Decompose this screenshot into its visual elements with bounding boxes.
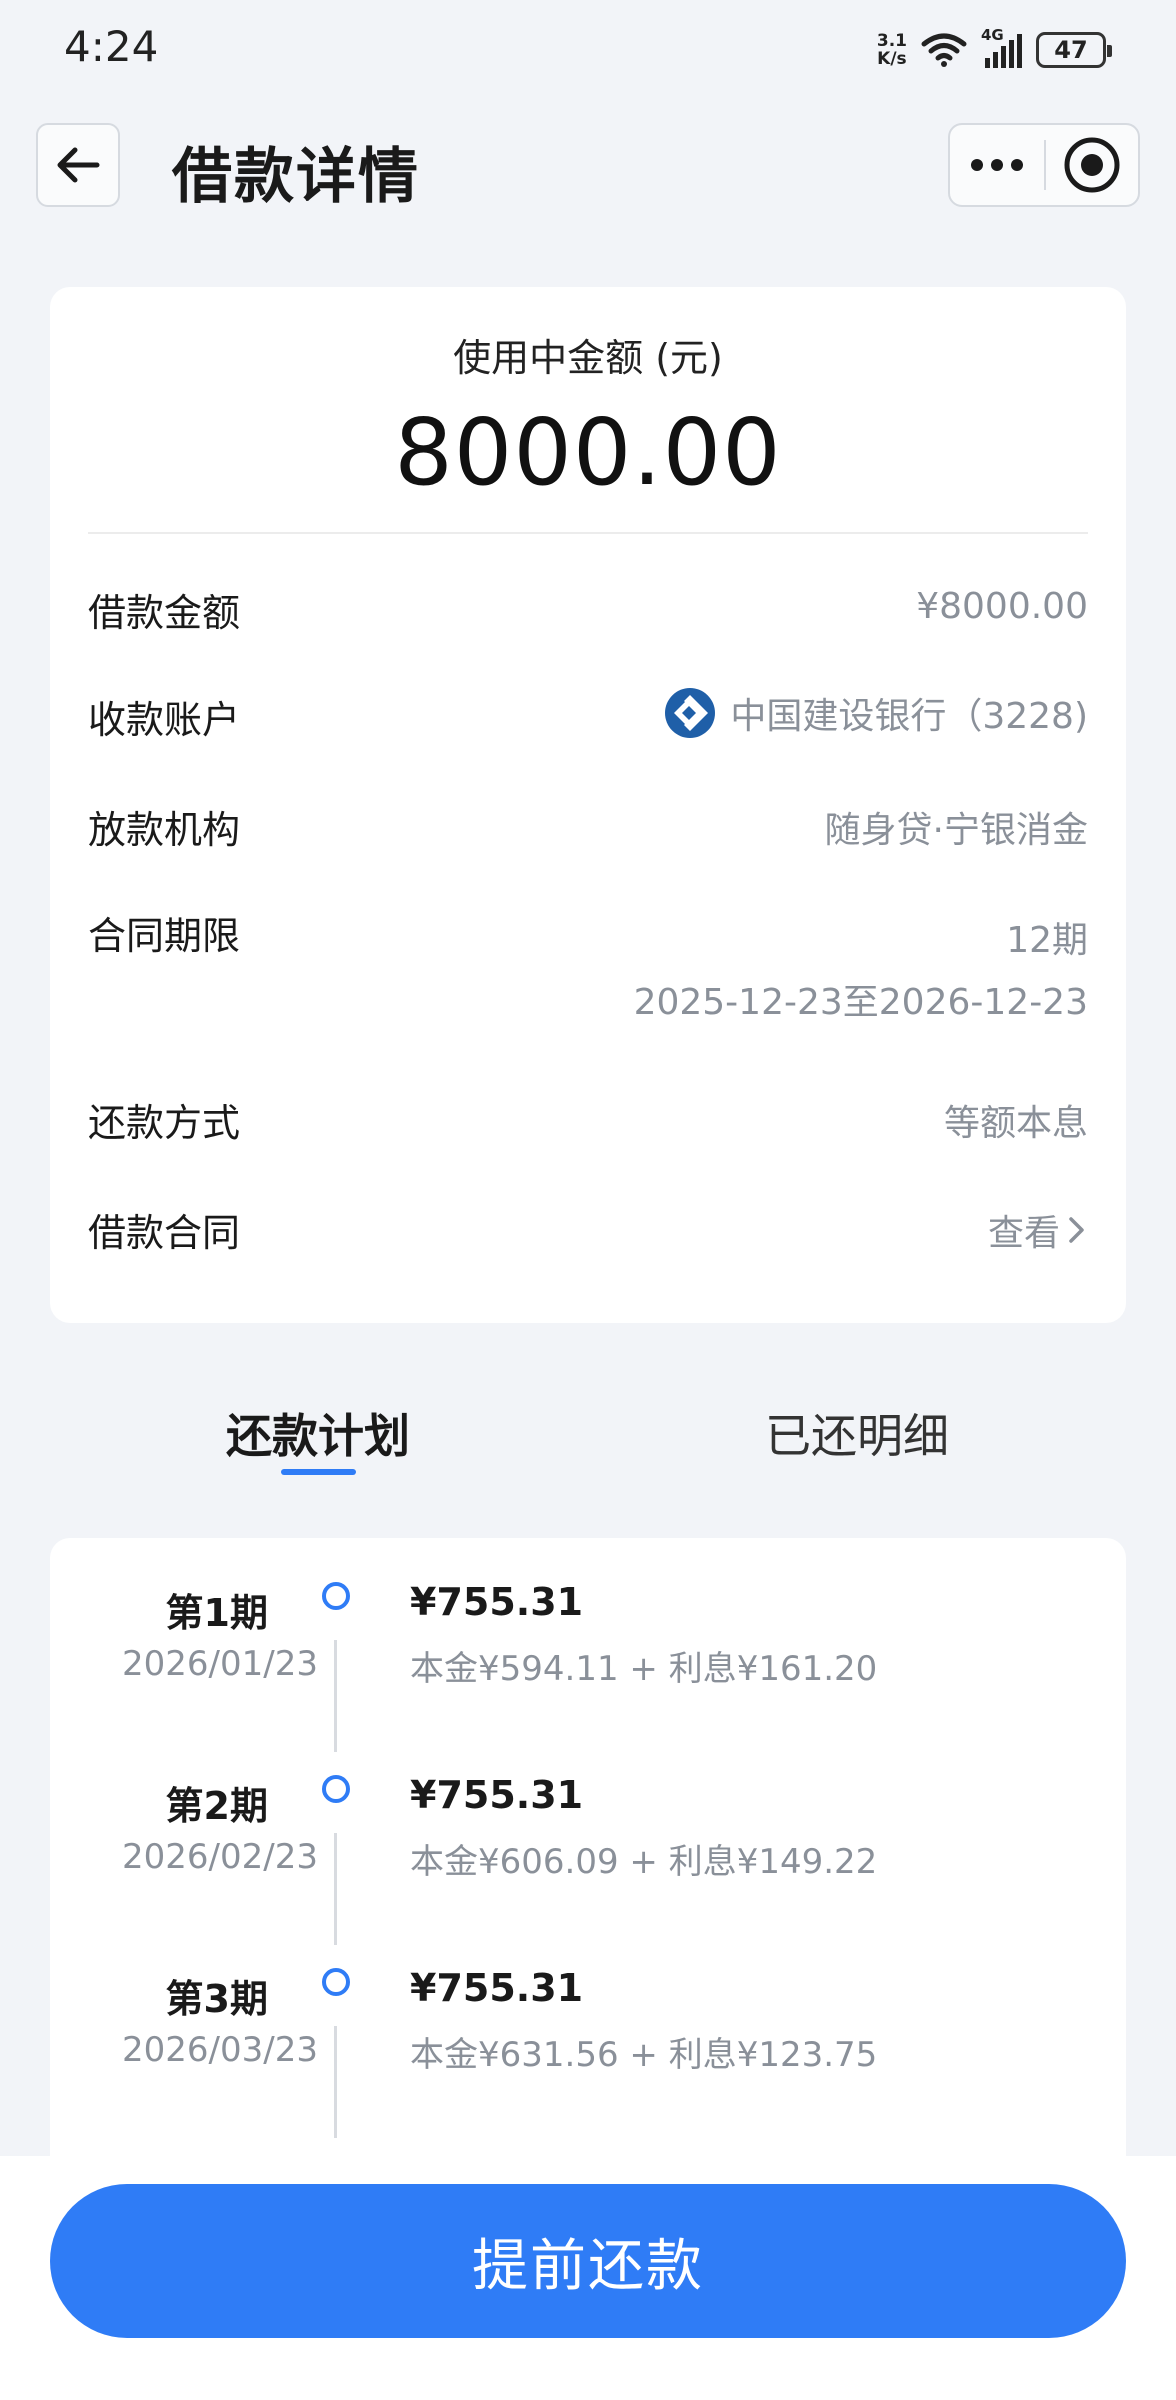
- page-title: 借款详情: [172, 142, 420, 212]
- loan-contract-label: 借款合同: [88, 1211, 241, 1255]
- plan-period: 第1期: [165, 1591, 268, 1635]
- network-speed: 3.1 K/s: [876, 31, 907, 69]
- repay-method-label: 还款方式: [88, 1101, 241, 1145]
- active-tab-indicator: [281, 1469, 356, 1475]
- loan-detail-page: 4:24 3.1 K/s 4G 47 借款详情 使用中金额 (元) 8000.0…: [0, 0, 1176, 2400]
- prepay-button-label: 提前还款: [472, 2233, 704, 2299]
- back-button[interactable]: [36, 123, 120, 207]
- target-close-icon: [1064, 137, 1120, 193]
- timeline-dot: [322, 1968, 350, 1996]
- plan-detail: 本金¥631.56 + 利息¥123.75: [410, 2035, 878, 2075]
- status-time: 4:24: [64, 22, 159, 71]
- plan-date: 2026/01/23: [122, 1644, 318, 1684]
- timeline-dot: [322, 1582, 350, 1610]
- contract-term-range: 2025-12-23至2026-12-23: [633, 982, 1088, 1023]
- timeline-line: [334, 2026, 337, 2138]
- more-dots-icon: [971, 159, 1023, 171]
- close-miniprogram-button[interactable]: [1046, 125, 1138, 205]
- bottom-action-bar: 提前还款: [0, 2156, 1176, 2400]
- plan-date: 2026/03/23: [122, 2030, 318, 2070]
- plan-date: 2026/02/23: [122, 1837, 318, 1877]
- more-button[interactable]: [950, 125, 1044, 205]
- signal-bar-icon: [1009, 40, 1014, 68]
- loan-detail-card: 使用中金额 (元) 8000.00 借款金额 ¥8000.00 收款账户 中国建…: [50, 287, 1126, 1323]
- status-icons: 3.1 K/s 4G 47: [876, 26, 1112, 72]
- plan-period: 第3期: [165, 1977, 268, 2021]
- plan-detail: 本金¥594.11 + 利息¥161.20: [410, 1649, 878, 1689]
- view-contract-link[interactable]: 查看: [988, 1204, 1088, 1256]
- repay-method-value: 等额本息: [943, 1103, 1088, 1144]
- timeline-line: [334, 1833, 337, 1945]
- loan-amount-label: 借款金额: [88, 591, 241, 635]
- signal-bar-icon: [1001, 46, 1006, 68]
- contract-term-label: 合同期限: [88, 914, 241, 958]
- lender-label: 放款机构: [88, 808, 241, 852]
- chevron-right-icon: [1069, 1217, 1084, 1243]
- plan-amount: ¥755.31: [410, 1580, 584, 1624]
- network-type: 4G: [981, 26, 1004, 44]
- tab-repayment-plan[interactable]: 还款计划: [226, 1400, 410, 1466]
- divider: [88, 532, 1088, 534]
- mini-program-capsule: [948, 123, 1140, 207]
- status-bar: 4:24 3.1 K/s 4G 47: [0, 0, 1176, 100]
- signal-bar-icon: [985, 58, 990, 68]
- bank-name: 中国建设银行（3228): [730, 696, 1088, 737]
- arrow-left-icon: [57, 147, 100, 183]
- battery-icon: 47: [1036, 32, 1112, 68]
- loan-amount-value: ¥8000.00: [916, 586, 1088, 627]
- timeline-line: [334, 1640, 337, 1752]
- receiving-account-label: 收款账户: [88, 698, 241, 742]
- view-contract-text: 查看: [987, 1213, 1060, 1254]
- signal-bar-icon: [993, 52, 998, 68]
- ccb-bank-logo-icon: [665, 688, 716, 738]
- plan-period: 第2期: [165, 1784, 268, 1828]
- plan-amount: ¥755.31: [410, 1966, 584, 2010]
- cellular-signal: 4G: [981, 26, 1022, 68]
- battery-level: 47: [1054, 36, 1088, 64]
- signal-bar-icon: [1017, 34, 1022, 68]
- used-amount: 8000.00: [394, 399, 782, 506]
- contract-term-periods: 12期: [1006, 920, 1088, 961]
- prepay-button[interactable]: 提前还款: [50, 2184, 1126, 2338]
- timeline-dot: [322, 1775, 350, 1803]
- wifi-icon: [921, 33, 967, 67]
- plan-amount: ¥755.31: [410, 1773, 584, 1817]
- receiving-account-value: 中国建设银行（3228): [664, 687, 1088, 739]
- used-amount-label: 使用中金额 (元): [453, 336, 723, 380]
- lender-value: 随身贷·宁银消金: [824, 810, 1088, 851]
- tab-repaid-details[interactable]: 已还明细: [765, 1400, 949, 1466]
- plan-detail: 本金¥606.09 + 利息¥149.22: [410, 1842, 878, 1882]
